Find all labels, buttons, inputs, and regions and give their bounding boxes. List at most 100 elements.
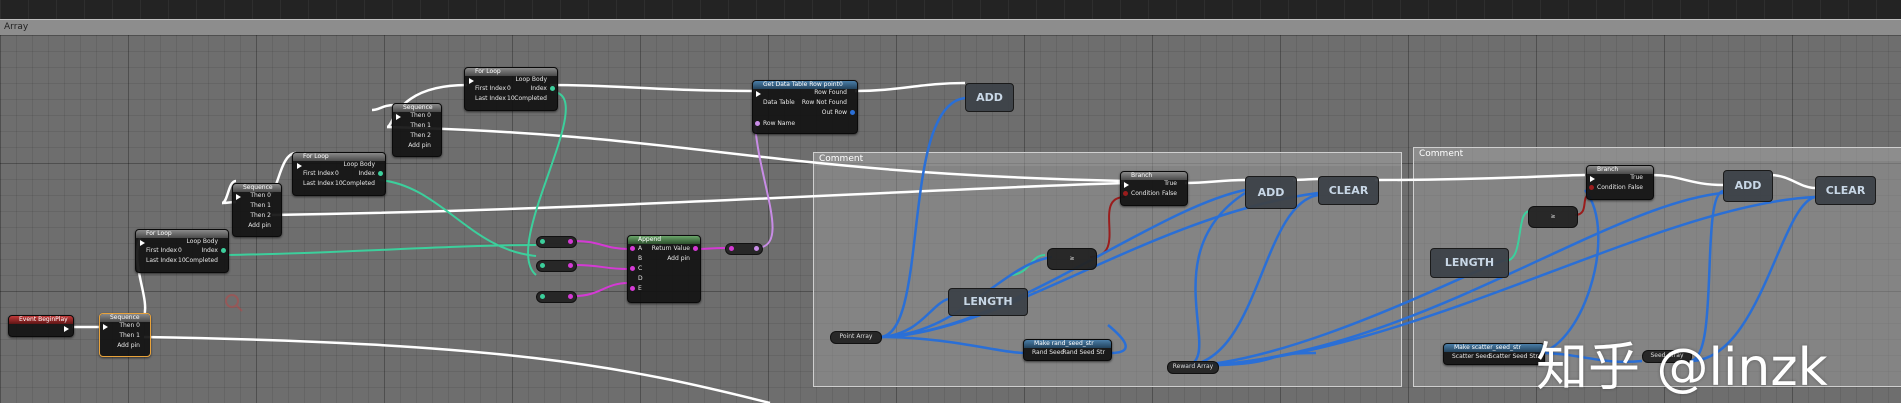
array-length-node[interactable]: LENGTH [948,288,1028,316]
first-index-pin[interactable]: First Index [475,85,506,93]
exec-in-pin[interactable] [396,114,401,120]
exec-in-pin[interactable] [297,163,302,169]
return-value-pin[interactable]: Return Value [652,245,690,253]
to-name-node[interactable] [725,243,763,255]
then-2-pin[interactable]: Then 2 [250,212,271,220]
compare-node[interactable]: ≥ [1528,206,1578,228]
last-index-pin[interactable]: Last Index [303,180,334,188]
out-row-pin[interactable]: Out Row [822,109,847,117]
output-dot[interactable] [568,239,573,244]
graph-canvas[interactable]: Comment Comment Event BeginPlay Sequence… [0,35,1901,403]
d-pin[interactable]: D [638,275,643,283]
then-1-pin[interactable]: Then 1 [410,122,431,130]
loop-body-pin[interactable]: Loop Body [516,76,547,84]
index-output-dot[interactable] [378,171,383,176]
e-input-dot[interactable] [630,286,635,291]
exec-in-pin[interactable] [236,194,241,200]
then-1-pin[interactable]: Then 1 [119,332,140,340]
array-add-node[interactable]: ADD [1723,170,1773,202]
c-input-dot[interactable] [630,266,635,271]
true-pin[interactable]: True [1630,174,1643,182]
out-row-dot[interactable] [850,110,855,115]
first-index-pin[interactable]: First Index [303,170,334,178]
array-add-node[interactable]: ADD [1245,176,1297,209]
then-0-pin[interactable]: Then 0 [250,192,271,200]
add-pin[interactable]: Add pin [408,142,431,150]
reward-array-variable[interactable]: Reward Array [1167,361,1219,374]
true-pin[interactable]: True [1164,180,1177,188]
condition-pin[interactable]: Condition [1597,184,1626,192]
index-output-dot[interactable] [221,248,226,253]
for-loop-node[interactable]: For Loop Loop Body First Index 0 Index L… [135,229,229,273]
row-name-pin[interactable]: Row Name [763,120,795,128]
completed-pin[interactable]: Completed [342,180,375,188]
branch-node[interactable]: Branch True Condition False [1586,165,1654,200]
return-value-dot[interactable] [693,246,698,251]
exec-in-pin[interactable] [1124,182,1129,188]
completed-pin[interactable]: Completed [514,95,547,103]
point-array-variable[interactable]: Point Array [830,331,882,344]
array-clear-node[interactable]: CLEAR [1815,176,1876,205]
last-index-pin[interactable]: Last Index [146,257,177,265]
array-length-node[interactable]: LENGTH [1430,248,1509,278]
rand-seed-pin[interactable]: Rand Seed [1032,349,1064,357]
append-node[interactable]: Append A Return Value B Add pin C D E [627,235,701,303]
then-0-pin[interactable]: Then 0 [410,112,431,120]
first-index-value[interactable]: 0 [507,85,511,93]
output-dot[interactable] [568,263,573,268]
e-pin[interactable]: E [638,285,642,293]
then-0-pin[interactable]: Then 0 [119,322,140,330]
branch-node[interactable]: Branch True Condition False [1120,171,1188,206]
first-index-pin[interactable]: First Index [146,247,177,255]
input-dot[interactable] [729,246,734,251]
loop-body-pin[interactable]: Loop Body [187,238,218,246]
event-begin-play-node[interactable]: Event BeginPlay [8,315,74,337]
sequence-node[interactable]: Sequence Then 0 Then 1 Add pin [99,313,151,357]
sequence-node[interactable]: Sequence Then 0 Then 1 Then 2 Add pin [232,183,282,237]
get-data-table-row-node[interactable]: Get Data Table Row point0 Row Found Data… [752,80,858,134]
exec-in-pin[interactable] [756,91,761,97]
then-2-pin[interactable]: Then 2 [410,132,431,140]
to-string-node[interactable] [536,260,577,272]
condition-pin[interactable]: Condition [1131,190,1160,198]
index-pin[interactable]: Index [201,247,218,255]
input-dot[interactable] [540,239,545,244]
array-clear-node[interactable]: CLEAR [1318,176,1379,205]
a-pin[interactable]: A [638,245,642,253]
for-loop-node[interactable]: For Loop Loop Body First Index 0 Index L… [464,67,558,111]
index-pin[interactable]: Index [358,170,375,178]
then-1-pin[interactable]: Then 1 [250,202,271,210]
to-string-node[interactable] [536,291,577,303]
for-loop-node[interactable]: For Loop Loop Body First Index 0 Index L… [292,152,386,196]
input-dot[interactable] [540,263,545,268]
sequence-node[interactable]: Sequence Then 0 Then 1 Then 2 Add pin [392,103,442,157]
exec-in-pin[interactable] [1590,176,1595,182]
last-index-pin[interactable]: Last Index [475,95,506,103]
index-pin[interactable]: Index [530,85,547,93]
add-pin[interactable]: Add pin [248,222,271,230]
index-output-dot[interactable] [550,86,555,91]
completed-pin[interactable]: Completed [185,257,218,265]
row-not-found-pin[interactable]: Row Not Found [802,99,847,107]
input-dot[interactable] [540,294,545,299]
add-pin[interactable]: Add pin [667,255,690,263]
false-pin[interactable]: False [1628,184,1643,192]
first-index-value[interactable]: 0 [178,247,182,255]
b-pin[interactable]: B [638,255,642,263]
exec-in-pin[interactable] [469,78,474,84]
array-add-node[interactable]: ADD [965,83,1014,112]
output-dot[interactable] [754,246,759,251]
loop-body-pin[interactable]: Loop Body [344,161,375,169]
rand-seed-str-pin[interactable]: Rand Seed Str [1062,349,1105,357]
exec-in-pin[interactable] [140,240,145,246]
condition-dot[interactable] [1589,185,1594,190]
scatter-seed-pin[interactable]: Scatter Seed [1452,353,1491,361]
false-pin[interactable]: False [1162,190,1177,198]
exec-in-pin[interactable] [103,324,108,330]
add-pin[interactable]: Add pin [117,342,140,350]
make-struct-node[interactable]: Make rand_seed_str Rand Seed Rand Seed S… [1023,339,1112,361]
scatter-seed-str-pin[interactable]: Scatter Seed Str [1489,353,1538,361]
row-found-pin[interactable]: Row Found [814,89,847,97]
output-dot[interactable] [568,294,573,299]
c-pin[interactable]: C [638,265,642,273]
